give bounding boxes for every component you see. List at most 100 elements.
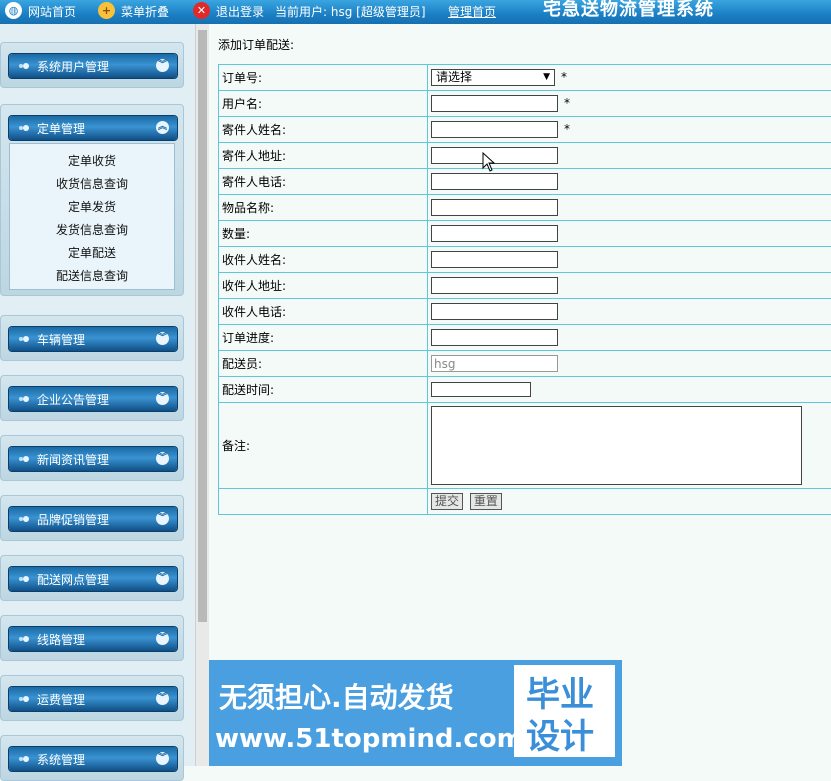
recipient-phone-input[interactable] — [431, 303, 558, 320]
bullet-icon — [23, 63, 29, 69]
sidebar-scrollbar[interactable] — [195, 24, 209, 766]
menu-promotions[interactable]: 品牌促销管理 ︾ — [9, 507, 177, 531]
form-row: 备注: — [219, 403, 831, 489]
menu-delivery-points[interactable]: 配送网点管理 ︾ — [9, 567, 177, 591]
menu-label: 配送网点管理 — [37, 568, 109, 592]
item-name-input[interactable] — [431, 199, 558, 216]
site-home-link[interactable]: 网站首页 — [28, 3, 76, 21]
bullet-icon — [23, 696, 29, 702]
menu-group: 车辆管理 ︾ — [0, 315, 184, 361]
globe-icon[interactable]: ◍ — [5, 2, 22, 19]
quantity-input[interactable] — [431, 225, 558, 242]
delivery-time-input[interactable] — [431, 382, 531, 397]
submenu-delivery-query[interactable]: 配送信息查询 — [10, 265, 174, 288]
order-number-select[interactable]: 请选择 ▼ — [431, 69, 555, 86]
field-label: 寄件人地址: — [219, 143, 428, 169]
field-label: 数量: — [219, 221, 428, 247]
collapse-menu-link[interactable]: 菜单折叠 — [121, 3, 169, 21]
submenu-order-delivery[interactable]: 定单配送 — [10, 242, 174, 265]
menu-group: 配送网点管理 ︾ — [0, 555, 184, 601]
watermark-banner: 无须担心.自动发货 www.51topmind.com 毕业 设计 — [209, 660, 622, 766]
form-row: 订单号: 请选择 ▼ * — [219, 65, 831, 91]
chevron-up-icon[interactable]: ︽ — [156, 121, 169, 134]
chevron-down-icon[interactable]: ︾ — [156, 59, 169, 72]
field-label: 寄件人姓名: — [219, 117, 428, 143]
field-label: 配送时间: — [219, 377, 428, 403]
reset-button[interactable]: 重置 — [470, 493, 502, 510]
menu-vehicles[interactable]: 车辆管理 ︾ — [9, 327, 177, 351]
form-row: 收件人姓名: — [219, 247, 831, 273]
submenu-order-ship[interactable]: 定单发货 — [10, 196, 174, 219]
chevron-down-icon[interactable]: ︾ — [156, 452, 169, 465]
form-row: 物品名称: — [219, 195, 831, 221]
bullet-icon — [23, 456, 29, 462]
watermark-badge: 毕业 设计 — [514, 665, 615, 757]
menu-group: 系统用户管理 ︾ — [0, 42, 184, 88]
scrollbar-thumb[interactable] — [198, 30, 207, 622]
submenu-receive-query[interactable]: 收货信息查询 — [10, 173, 174, 196]
chevron-down-icon[interactable]: ︾ — [156, 632, 169, 645]
menu-label: 运费管理 — [37, 688, 85, 712]
menu-group: 系统管理 ︾ — [0, 735, 184, 781]
top-bar: ◍ 网站首页 + 菜单折叠 ✕ 退出登录 当前用户: hsg [超级管理员] 管… — [0, 0, 831, 24]
bullet-icon — [23, 576, 29, 582]
logout-icon[interactable]: ✕ — [193, 2, 210, 19]
menu-system-users[interactable]: 系统用户管理 ︾ — [9, 54, 177, 78]
recipient-address-input[interactable] — [431, 277, 558, 294]
current-user-text: 当前用户: hsg [超级管理员] — [275, 3, 426, 21]
chevron-down-icon[interactable]: ︾ — [156, 332, 169, 345]
submenu-ship-query[interactable]: 发货信息查询 — [10, 219, 174, 242]
form-row: 订单进度: — [219, 325, 831, 351]
recipient-name-input[interactable] — [431, 251, 558, 268]
sender-phone-input[interactable] — [431, 173, 558, 190]
sidebar: 系统用户管理 ︾ 定单管理 ︽ 定单收货 收货信息查询 定单发货 发货信息查询 … — [0, 24, 195, 766]
collapse-icon[interactable]: + — [98, 2, 115, 19]
field-label: 用户名: — [219, 91, 428, 117]
field-label: 订单号: — [219, 65, 428, 91]
logout-link[interactable]: 退出登录 — [216, 3, 264, 21]
admin-home-link[interactable]: 管理首页 — [448, 3, 496, 21]
menu-group: 线路管理 ︾ — [0, 615, 184, 661]
form-row: 收件人地址: — [219, 273, 831, 299]
menu-freight[interactable]: 运费管理 ︾ — [9, 687, 177, 711]
username-input[interactable] — [431, 95, 558, 112]
submenu-list: 定单收货 收货信息查询 定单发货 发货信息查询 定单配送 配送信息查询 — [9, 143, 175, 290]
menu-routes[interactable]: 线路管理 ︾ — [9, 627, 177, 651]
menu-news[interactable]: 新闻资讯管理 ︾ — [9, 447, 177, 471]
field-label: 收件人姓名: — [219, 247, 428, 273]
form-row: 寄件人地址: — [219, 143, 831, 169]
form-row: 配送员: — [219, 351, 831, 377]
form-row: 用户名: * — [219, 91, 831, 117]
empty-cell — [219, 489, 428, 515]
menu-group: 品牌促销管理 ︾ — [0, 495, 184, 541]
form-row: 提交 重置 — [219, 489, 831, 515]
form-row: 数量: — [219, 221, 831, 247]
note-textarea[interactable] — [431, 406, 802, 485]
menu-label: 系统用户管理 — [37, 55, 109, 79]
menu-order-management[interactable]: 定单管理 ︽ — [9, 116, 177, 140]
sender-name-input[interactable] — [431, 121, 558, 138]
form-title: 添加订单配送: — [218, 36, 294, 53]
courier-input[interactable] — [431, 355, 558, 372]
menu-group: 新闻资讯管理 ︾ — [0, 435, 184, 481]
submit-button[interactable]: 提交 — [431, 493, 463, 510]
field-label: 订单进度: — [219, 325, 428, 351]
watermark-url: www.51topmind.com — [215, 724, 524, 754]
chevron-down-icon[interactable]: ︾ — [156, 512, 169, 525]
menu-announcements[interactable]: 企业公告管理 ︾ — [9, 387, 177, 411]
chevron-down-icon[interactable]: ︾ — [156, 752, 169, 765]
watermark-slogan: 无须担心.自动发货 — [219, 676, 454, 716]
chevron-down-icon[interactable]: ︾ — [156, 572, 169, 585]
submenu-order-receive[interactable]: 定单收货 — [10, 150, 174, 173]
required-mark: * — [561, 70, 567, 84]
menu-label: 系统管理 — [37, 748, 85, 772]
chevron-down-icon[interactable]: ︾ — [156, 692, 169, 705]
menu-label: 企业公告管理 — [37, 388, 109, 412]
required-mark: * — [564, 96, 570, 110]
bullet-icon — [23, 396, 29, 402]
menu-system[interactable]: 系统管理 ︾ — [9, 747, 177, 771]
main-content: 添加订单配送: 订单号: 请选择 ▼ * 用户名: * 寄件人姓名: * 寄件人… — [209, 24, 831, 766]
order-progress-input[interactable] — [431, 329, 558, 346]
chevron-down-icon[interactable]: ︾ — [156, 392, 169, 405]
system-title: 宅急送物流管理系统 — [543, 0, 714, 22]
